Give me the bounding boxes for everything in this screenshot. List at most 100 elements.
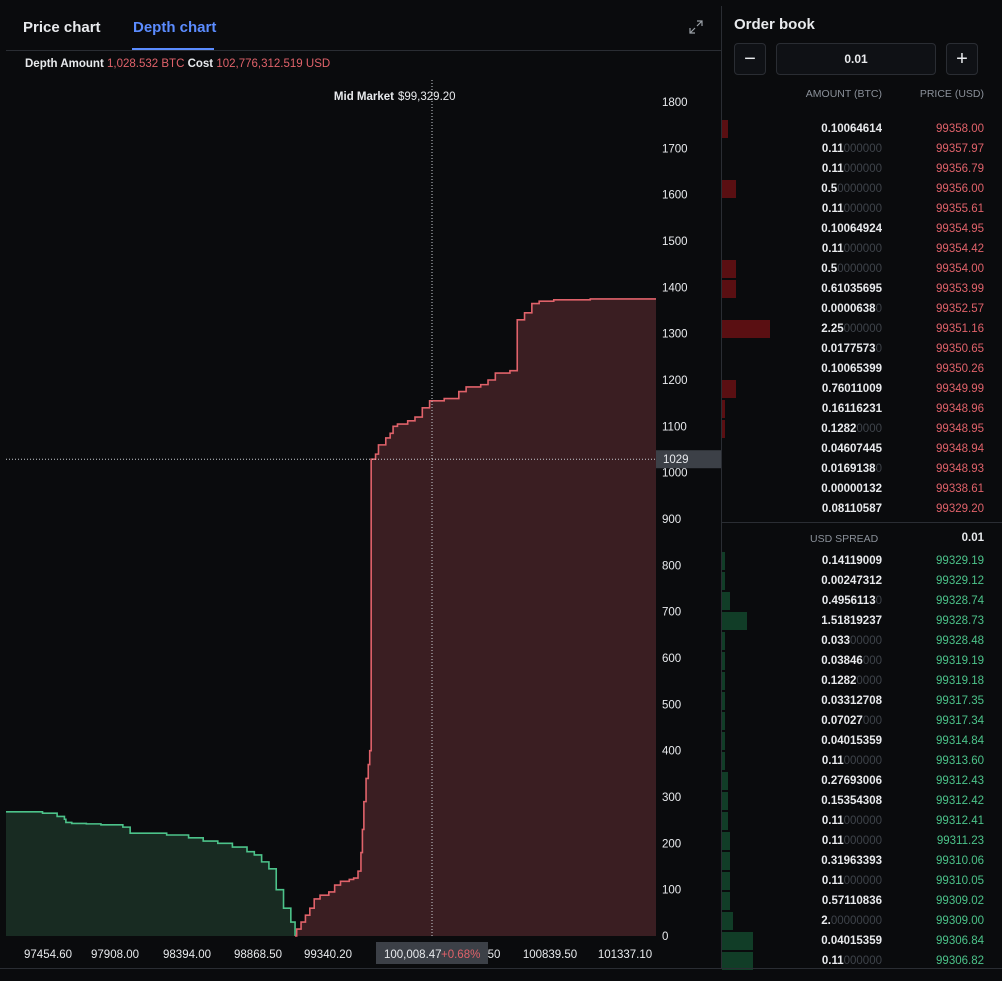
bid-depth-bar bbox=[722, 672, 725, 690]
ask-row[interactable]: 0.10065399 99350.26 bbox=[722, 359, 1002, 379]
x-tick-label: 97454.60 bbox=[24, 949, 72, 961]
bid-row[interactable]: 0.11000000 99312.41 bbox=[722, 811, 1002, 831]
x-tick-label: 99340.20 bbox=[304, 949, 352, 961]
x-tick-label: 98394.00 bbox=[163, 949, 211, 961]
bid-depth-bar bbox=[722, 792, 728, 810]
bid-amount: 0.03300000 bbox=[821, 635, 882, 647]
bid-row[interactable]: 0.15354308 99312.42 bbox=[722, 791, 1002, 811]
increment-input[interactable] bbox=[776, 43, 936, 75]
bid-row[interactable]: 0.12820000 99319.18 bbox=[722, 671, 1002, 691]
y-tick-label: 100 bbox=[662, 885, 681, 897]
y-tick-label: 800 bbox=[662, 560, 681, 572]
bid-row[interactable]: 0.03300000 99328.48 bbox=[722, 631, 1002, 651]
bid-amount: 0.12820000 bbox=[821, 675, 882, 687]
ask-row[interactable]: 0.50000000 99356.00 bbox=[722, 179, 1002, 199]
order-book-title: Order book bbox=[734, 16, 815, 33]
bid-row[interactable]: 2.00000000 99309.00 bbox=[722, 911, 1002, 931]
y-tick-label: 1100 bbox=[662, 421, 687, 433]
chart-tabs: Price chart Depth chart bbox=[6, 6, 721, 51]
ask-amount: 0.10064614 bbox=[821, 123, 882, 135]
ask-row[interactable]: 0.11000000 99356.79 bbox=[722, 159, 1002, 179]
bid-row[interactable]: 0.07027000 99317.34 bbox=[722, 711, 1002, 731]
bid-depth-bar bbox=[722, 572, 725, 590]
bid-row[interactable]: 0.04015359 99314.84 bbox=[722, 731, 1002, 751]
bid-row[interactable]: 0.49561130 99328.74 bbox=[722, 591, 1002, 611]
ask-amount: 0.76011009 bbox=[821, 383, 882, 395]
bid-row[interactable]: 0.14119009 99329.19 bbox=[722, 551, 1002, 571]
bid-row[interactable]: 0.03846000 99319.19 bbox=[722, 651, 1002, 671]
ask-row[interactable]: 0.01691380 99348.93 bbox=[722, 459, 1002, 479]
y-tick-label: 700 bbox=[662, 607, 681, 619]
cost-label: Cost bbox=[187, 58, 214, 70]
mid-market-label: Mid Market bbox=[334, 91, 394, 103]
ask-amount: 0.10064924 bbox=[821, 223, 882, 235]
ask-depth-bar bbox=[722, 120, 728, 138]
ask-row[interactable]: 0.50000000 99354.00 bbox=[722, 259, 1002, 279]
ask-price: 99338.61 bbox=[936, 483, 984, 495]
ask-row[interactable]: 0.08110587 99329.20 bbox=[722, 499, 1002, 519]
ask-row[interactable]: 0.12820000 99348.95 bbox=[722, 419, 1002, 439]
tab-depth-chart[interactable]: Depth chart bbox=[133, 19, 216, 36]
ask-row[interactable]: 0.01775730 99350.65 bbox=[722, 339, 1002, 359]
bid-price: 99306.84 bbox=[936, 935, 984, 947]
ask-row[interactable]: 0.11000000 99354.42 bbox=[722, 239, 1002, 259]
bid-row[interactable]: 0.27693006 99312.43 bbox=[722, 771, 1002, 791]
ask-row[interactable]: 2.25000000 99351.16 bbox=[722, 319, 1002, 339]
bid-depth-bar bbox=[722, 552, 725, 570]
y-tick-label: 1600 bbox=[662, 190, 688, 202]
ask-row[interactable]: 0.76011009 99349.99 bbox=[722, 379, 1002, 399]
increment-button[interactable]: + bbox=[946, 43, 978, 75]
ask-row[interactable]: 0.00000132 99338.61 bbox=[722, 479, 1002, 499]
bids-list: 0.14119009 99329.19 0.00247312 99329.12 0.49… bbox=[722, 551, 1002, 971]
bid-row[interactable]: 0.11000000 99310.05 bbox=[722, 871, 1002, 891]
bid-row[interactable]: 0.57110836 99309.02 bbox=[722, 891, 1002, 911]
crosshair-y-value: 1029 bbox=[663, 454, 689, 466]
y-tick-label: 1500 bbox=[662, 236, 688, 248]
bid-price: 99328.48 bbox=[936, 635, 984, 647]
depth-chart[interactable]: Mid Market $99,329.20 0 100 200 300 400 500 600 7… bbox=[6, 80, 721, 968]
bid-depth-bar bbox=[722, 612, 747, 630]
ask-row[interactable]: 0.10064614 99358.00 bbox=[722, 119, 1002, 139]
bid-price: 99317.34 bbox=[936, 715, 984, 727]
bid-price: 99329.19 bbox=[936, 555, 984, 567]
x-tick-label: 98868.50 bbox=[234, 949, 282, 961]
ask-row[interactable]: 0.61035695 99353.99 bbox=[722, 279, 1002, 299]
decrement-button[interactable]: − bbox=[734, 43, 766, 75]
y-tick-label: 900 bbox=[662, 514, 681, 526]
bid-amount: 0.27693006 bbox=[821, 775, 882, 787]
ask-row[interactable]: 0.16116231 99348.96 bbox=[722, 399, 1002, 419]
tab-price-chart[interactable]: Price chart bbox=[23, 19, 101, 36]
asks-list: 0.10064614 99358.00 0.11000000 99357.97 0.11… bbox=[722, 119, 1002, 519]
bid-amount: 0.11000000 bbox=[821, 875, 882, 887]
x-tick-label-partial: 50 bbox=[488, 949, 501, 961]
y-tick-label: 1200 bbox=[662, 375, 688, 387]
mid-market-value: $99,329.20 bbox=[398, 91, 456, 103]
bid-row[interactable]: 0.11000000 99313.60 bbox=[722, 751, 1002, 771]
ask-row[interactable]: 0.04607445 99348.94 bbox=[722, 439, 1002, 459]
bid-amount: 0.00247312 bbox=[821, 575, 882, 587]
bid-row[interactable]: 0.03312708 99317.35 bbox=[722, 691, 1002, 711]
bid-row[interactable]: 0.00247312 99329.12 bbox=[722, 571, 1002, 591]
ask-row[interactable]: 0.11000000 99355.61 bbox=[722, 199, 1002, 219]
bid-depth-bar bbox=[722, 812, 728, 830]
y-tick-label: 1700 bbox=[662, 143, 688, 155]
bid-row[interactable]: 0.31963393 99310.06 bbox=[722, 851, 1002, 871]
bid-row[interactable]: 0.11000000 99311.23 bbox=[722, 831, 1002, 851]
bid-amount: 0.03846000 bbox=[821, 655, 882, 667]
bid-depth-bar bbox=[722, 692, 725, 710]
bottom-divider bbox=[0, 968, 1002, 969]
x-tick-label: 100839.50 bbox=[523, 949, 577, 961]
ask-row[interactable]: 0.11000000 99357.97 bbox=[722, 139, 1002, 159]
ask-amount: 0.04607445 bbox=[821, 443, 882, 455]
bid-row[interactable]: 0.04015359 99306.84 bbox=[722, 931, 1002, 951]
bid-row[interactable]: 1.51819237 99328.73 bbox=[722, 611, 1002, 631]
ask-depth-bar bbox=[722, 280, 736, 298]
expand-icon[interactable] bbox=[688, 20, 704, 36]
bid-price: 99313.60 bbox=[936, 755, 984, 767]
bid-depth-bar bbox=[722, 772, 728, 790]
depth-amount-unit: BTC bbox=[161, 58, 185, 70]
bid-depth-bar bbox=[722, 912, 733, 930]
ask-row[interactable]: 0.00006380 99352.57 bbox=[722, 299, 1002, 319]
ask-row[interactable]: 0.10064924 99354.95 bbox=[722, 219, 1002, 239]
ask-price: 99350.26 bbox=[936, 363, 984, 375]
